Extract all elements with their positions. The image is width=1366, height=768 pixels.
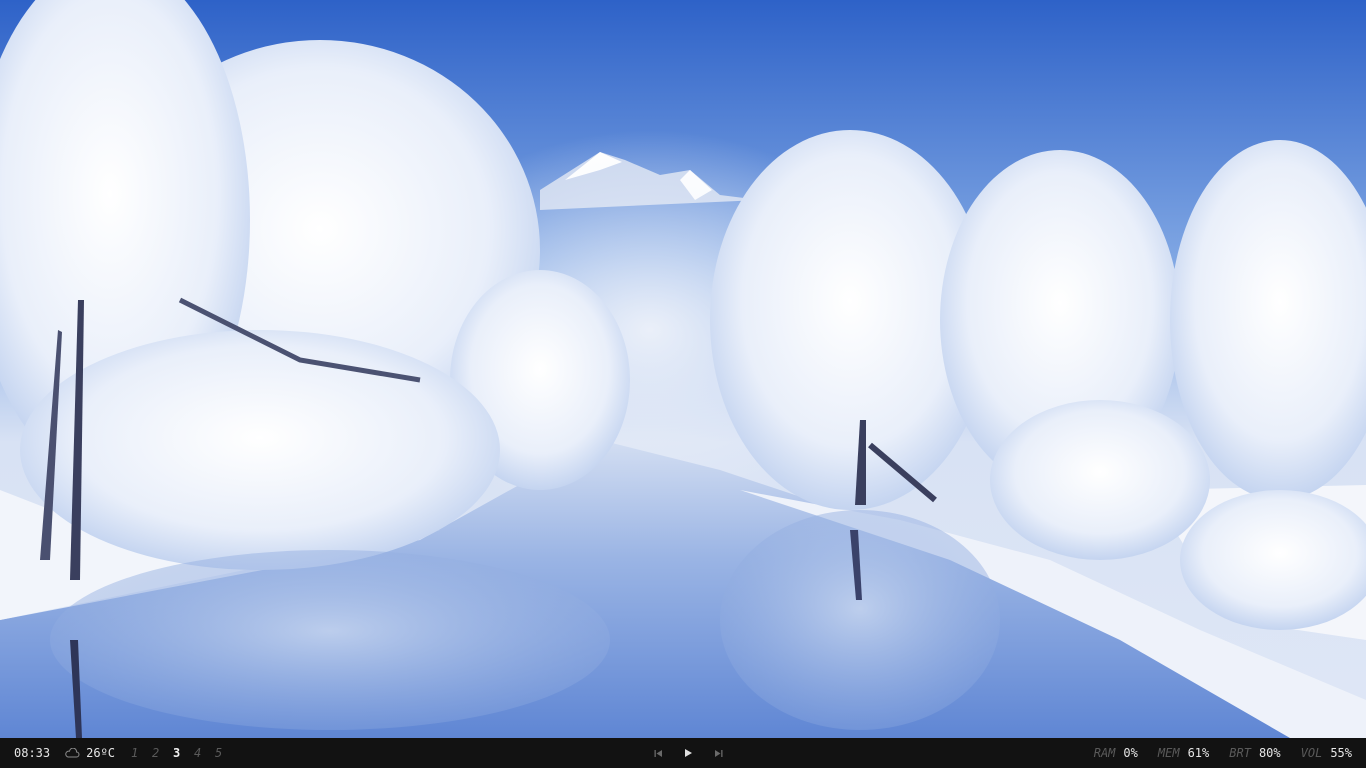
system-stats: RAM 0% MEM 61% BRT 80% VOL 55% <box>1074 738 1352 768</box>
volume-stat[interactable]: VOL 55% <box>1301 738 1352 768</box>
mem-label: MEM <box>1157 746 1180 760</box>
skip-previous-icon <box>654 749 662 757</box>
brightness-stat[interactable]: BRT 80% <box>1229 738 1280 768</box>
play-button[interactable] <box>673 738 703 768</box>
mem-stat: MEM 61% <box>1158 738 1209 768</box>
play-icon <box>684 749 692 757</box>
brightness-label: BRT <box>1229 746 1251 760</box>
mem-value: 61% <box>1187 746 1210 760</box>
temperature: 26ºC <box>86 746 116 760</box>
workspace-3[interactable]: 3 <box>173 738 194 768</box>
volume-value: 55% <box>1330 746 1352 760</box>
ram-value: 0% <box>1123 746 1138 760</box>
winter-landscape-image <box>0 0 1366 738</box>
skip-next-icon <box>714 749 722 757</box>
ram-stat: RAM 0% <box>1094 738 1138 768</box>
media-controls <box>643 738 733 768</box>
workspace-1[interactable]: 1 <box>131 738 152 768</box>
weather-widget: 26ºC <box>64 738 115 768</box>
workspace-4[interactable]: 4 <box>194 738 215 768</box>
next-button[interactable] <box>703 738 733 768</box>
brightness-value: 80% <box>1258 746 1281 760</box>
workspace-2[interactable]: 2 <box>152 738 173 768</box>
workspace-5[interactable]: 5 <box>215 738 236 768</box>
volume-label: VOL <box>1300 746 1323 760</box>
cloud-icon <box>65 748 80 758</box>
ram-label: RAM <box>1093 746 1116 760</box>
status-bar-left: 08:33 26ºC 1 2 3 4 5 <box>14 738 236 768</box>
desktop-wallpaper <box>0 0 1366 738</box>
previous-button[interactable] <box>643 738 673 768</box>
status-bar: 08:33 26ºC 1 2 3 4 5 RAM 0% MEM 61% BRT … <box>0 738 1366 768</box>
clock: 08:33 <box>14 746 51 760</box>
workspace-list: 1 2 3 4 5 <box>131 738 236 768</box>
